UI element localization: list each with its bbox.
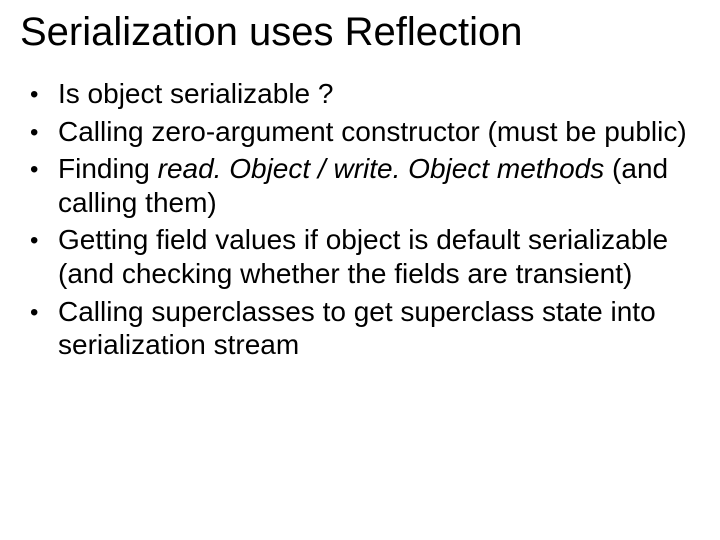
slide: Serialization uses Reflection Is object … — [0, 0, 720, 540]
list-item: Is object serializable ? — [30, 77, 700, 111]
list-item: Calling zero-argument constructor (must … — [30, 115, 700, 149]
bullet-text: Calling zero-argument constructor (must … — [58, 116, 687, 147]
bullet-text: Is object serializable ? — [58, 78, 333, 109]
bullet-emph: read. Object / write. Object methods — [158, 153, 605, 184]
list-item: Calling superclasses to get superclass s… — [30, 295, 700, 362]
bullet-text: Getting field values if object is defaul… — [58, 224, 668, 289]
list-item: Finding read. Object / write. Object met… — [30, 152, 700, 219]
slide-title: Serialization uses Reflection — [20, 10, 700, 55]
list-item: Getting field values if object is defaul… — [30, 223, 700, 290]
bullet-text: Finding — [58, 153, 158, 184]
bullet-text: Calling superclasses to get superclass s… — [58, 296, 656, 361]
bullet-list: Is object serializable ? Calling zero-ar… — [20, 77, 700, 362]
